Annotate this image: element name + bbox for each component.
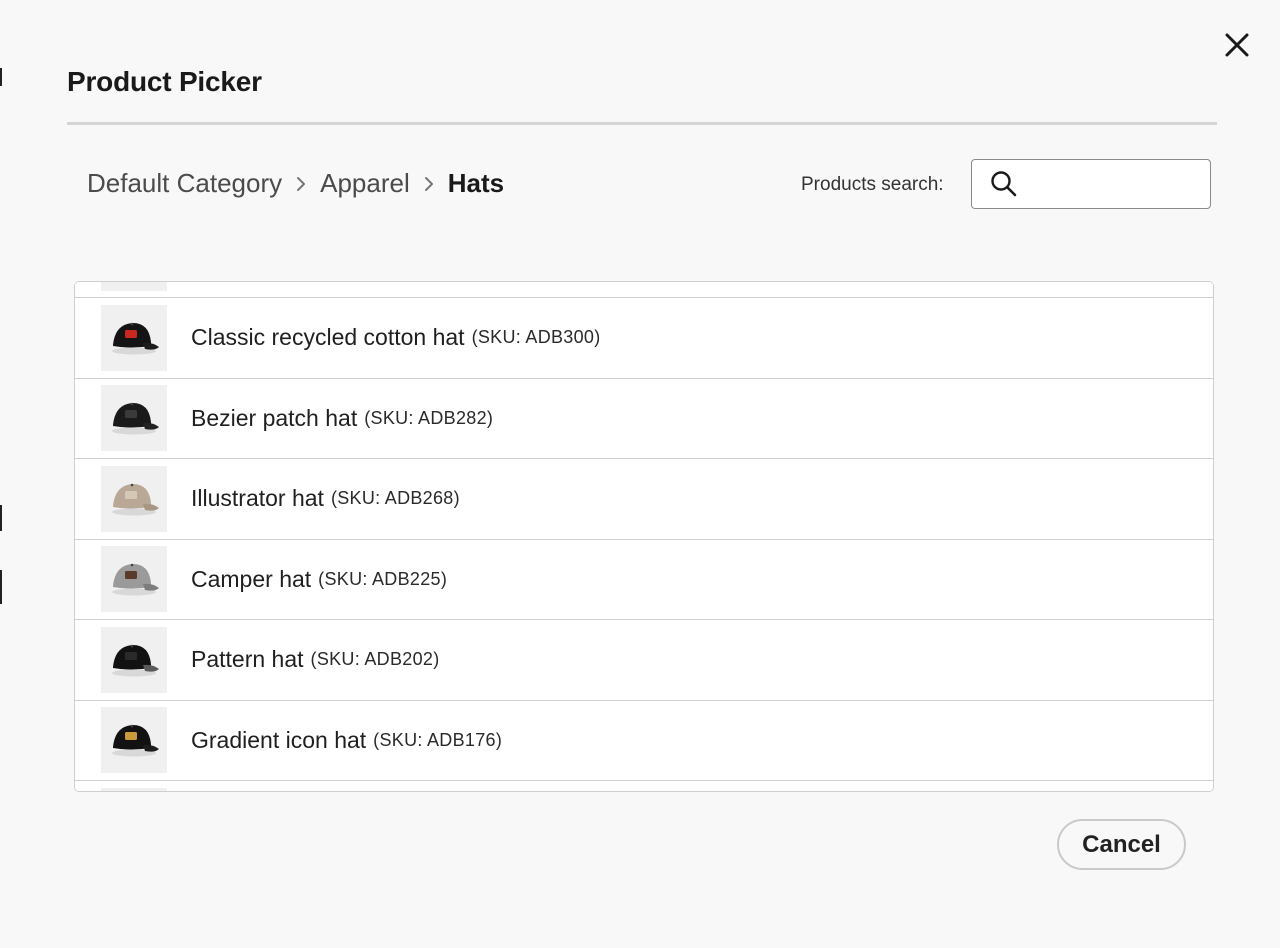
close-icon — [1225, 33, 1249, 57]
hat-image — [112, 724, 159, 757]
product-name: Pattern hat — [191, 646, 304, 672]
background-edge-mark — [0, 68, 2, 86]
product-thumbnail — [101, 788, 167, 791]
product-thumbnail — [101, 707, 167, 773]
hat-image — [112, 483, 159, 515]
chevron-right-icon — [296, 176, 306, 192]
hat-image — [112, 402, 159, 435]
chevron-right-icon — [424, 176, 434, 192]
products-search-box[interactable] — [971, 159, 1211, 209]
product-row[interactable]: Classic recycled cotton hat (SKU: ADB300) — [75, 297, 1213, 377]
product-sku: (SKU: ADB176) — [373, 729, 503, 750]
product-sku: (SKU: ADB300) — [471, 327, 601, 347]
background-edge-mark — [0, 505, 2, 531]
dialog-title: Product Picker — [67, 66, 262, 97]
product-sku: (SKU: ADB225) — [318, 568, 448, 589]
hat-image — [112, 644, 159, 676]
title-divider — [67, 122, 1217, 125]
product-thumbnail — [101, 385, 167, 451]
breadcrumb-item-default-category[interactable]: Default Category — [87, 168, 282, 199]
product-row[interactable]: Bezier patch hat (SKU: ADB282) — [75, 377, 1213, 458]
product-name: Gradient icon hat — [191, 726, 367, 753]
product-row[interactable]: Pattern hat (SKU: ADB202) — [75, 619, 1213, 699]
product-row[interactable]: Camper hat (SKU: ADB225) — [75, 538, 1213, 619]
product-thumbnail — [101, 304, 167, 371]
product-thumbnail — [101, 546, 167, 612]
product-thumbnail — [101, 465, 167, 532]
list-item-partial — [75, 282, 1213, 298]
search-icon — [990, 170, 1018, 198]
product-sku: (SKU: ADB202) — [310, 649, 440, 669]
product-sku: (SKU: ADB268) — [330, 488, 460, 508]
products-search-label: Products search: — [801, 174, 944, 195]
product-name: Classic recycled cotton hat — [191, 324, 465, 350]
products-search-input[interactable] — [1024, 163, 1198, 205]
product-thumbnail — [101, 282, 167, 291]
product-row[interactable]: Gradient icon hat (SKU: ADB176) — [75, 699, 1213, 780]
cancel-button[interactable]: Cancel — [1057, 819, 1186, 870]
breadcrumb-item-hats: Hats — [447, 168, 505, 198]
product-sku: (SKU: ADB282) — [364, 407, 494, 428]
hat-image — [112, 322, 159, 354]
product-name: Bezier patch hat — [191, 404, 358, 431]
product-row[interactable]: Illustrator hat (SKU: ADB268) — [75, 458, 1213, 538]
product-name: Illustrator hat — [191, 485, 324, 511]
list-item-partial — [75, 780, 1213, 791]
breadcrumb-item-apparel[interactable]: Apparel — [320, 168, 410, 199]
breadcrumb: Default Category Apparel Hats — [87, 168, 504, 199]
product-thumbnail — [101, 626, 167, 693]
product-name: Camper hat — [191, 565, 312, 592]
product-picker-dialog: Product Picker Default Category Apparel … — [0, 0, 1280, 948]
close-button[interactable] — [1220, 28, 1254, 62]
background-edge-mark — [0, 570, 2, 604]
hat-image — [112, 563, 159, 596]
product-list[interactable]: Classic recycled cotton hat (SKU: ADB300)… — [74, 281, 1214, 792]
